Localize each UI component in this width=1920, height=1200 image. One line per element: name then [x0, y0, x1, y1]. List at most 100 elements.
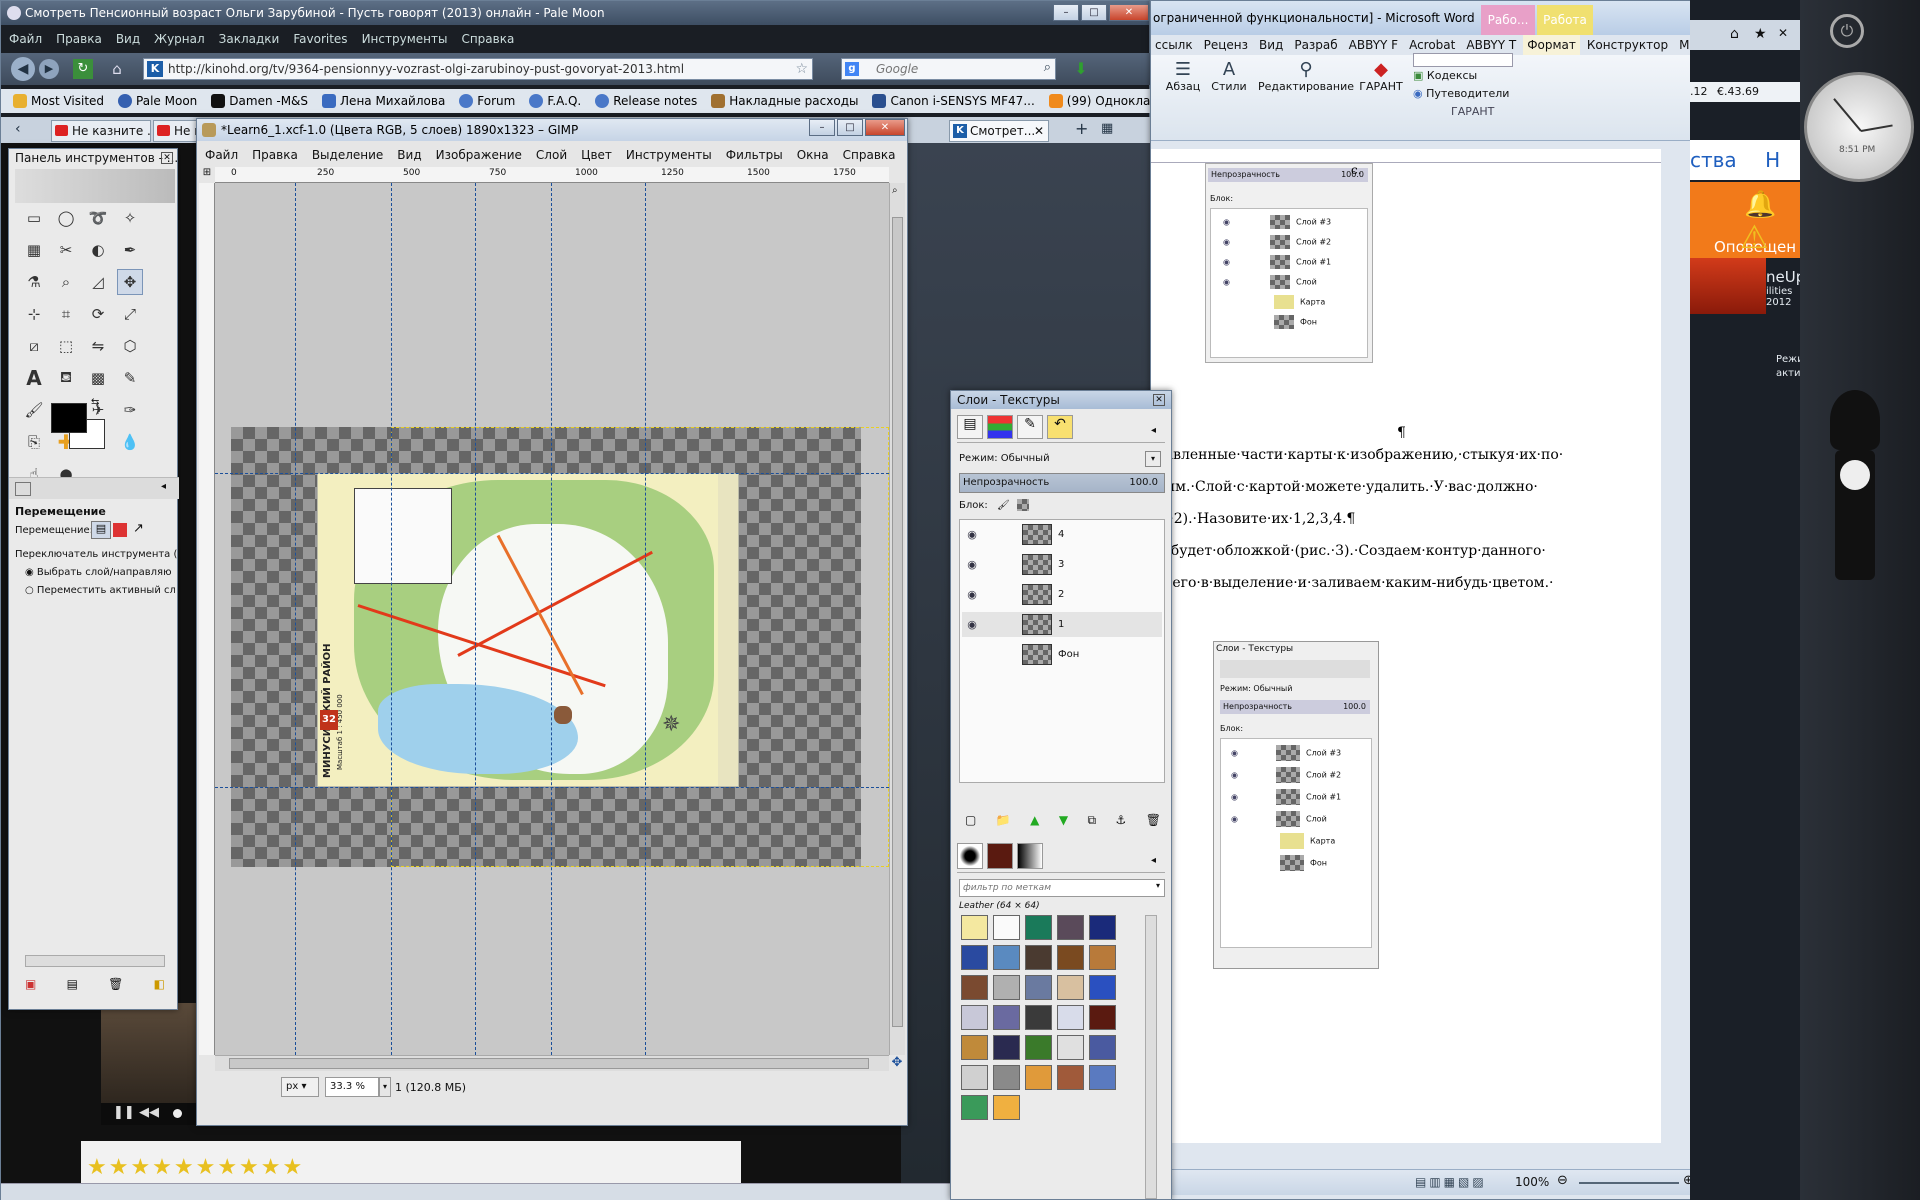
image-canvas-area[interactable]: МИНУСИНСКИЙ РАЙОН Масштаб 1 : 450 000 32…	[215, 183, 889, 1055]
ink-tool-icon[interactable]: ✑	[117, 397, 143, 423]
measure-tool-icon[interactable]: ◿	[85, 269, 111, 295]
new-layer-group-icon[interactable]: 📁	[996, 813, 1011, 828]
blur-tool-icon[interactable]: 💧	[117, 429, 143, 455]
pattern-swatch[interactable]	[993, 1005, 1020, 1030]
pattern-swatch[interactable]	[961, 1005, 988, 1030]
ribbon-search-box[interactable]	[1413, 53, 1513, 67]
zoom-dropdown-icon[interactable]: ▾	[379, 1077, 391, 1097]
tab-constructor[interactable]: Конструктор	[1583, 35, 1672, 55]
toolbox-hscroll[interactable]	[25, 955, 165, 967]
word-context-tab-2[interactable]: Работа ...	[1537, 5, 1593, 57]
duplicate-layer-icon[interactable]: ⧉	[1088, 813, 1097, 828]
new-layer-icon[interactable]: ▢	[965, 813, 976, 828]
free-select-tool-icon[interactable]: ➰	[85, 205, 111, 231]
pattern-swatch[interactable]	[961, 915, 988, 940]
move-tool-icon[interactable]: ✥	[117, 269, 143, 295]
navigate-icon[interactable]: ✥	[889, 1055, 905, 1071]
garant-codes[interactable]: ▣ Кодексы	[1413, 69, 1477, 82]
blend-tool-icon[interactable]: ▩	[85, 365, 111, 391]
tab-list-icon[interactable]: ▦	[1101, 121, 1113, 136]
reset-options-icon[interactable]: ◧	[154, 977, 165, 991]
bookmark-release-notes[interactable]: Release notes	[595, 94, 697, 108]
fuzzy-select-tool-icon[interactable]: ✧	[117, 205, 143, 231]
pattern-swatch[interactable]	[961, 975, 988, 1000]
pattern-swatch[interactable]	[1089, 1035, 1116, 1060]
layer-mode-value[interactable]: Обычный	[1001, 453, 1050, 464]
guide-horizontal[interactable]	[215, 787, 889, 788]
browser-maximize-button[interactable]: □	[1081, 4, 1107, 21]
browser-close-button[interactable]: ✕	[1109, 4, 1149, 21]
bookmark-damen[interactable]: Damen -M&S	[211, 94, 308, 108]
layer-row-1[interactable]: ◉ 1	[962, 612, 1162, 637]
swap-colors-icon[interactable]: ⇆	[91, 397, 99, 408]
pattern-swatch[interactable]	[1025, 1035, 1052, 1060]
word-zoom-level[interactable]: 100%	[1515, 1175, 1549, 1189]
gradients-tab-icon[interactable]	[1017, 843, 1043, 869]
browser-menu-edit[interactable]: Правка	[56, 29, 102, 49]
restore-options-icon[interactable]: ▤	[67, 977, 78, 991]
options-menu-icon[interactable]: ◂	[161, 481, 166, 492]
guide-vertical[interactable]	[475, 183, 476, 1055]
gimp-menu-tools[interactable]: Инструменты	[626, 145, 712, 165]
rewind-icon[interactable]: ◀◀	[139, 1105, 159, 1120]
layer-row-background[interactable]: Фон	[962, 642, 1162, 667]
pattern-swatch[interactable]	[1025, 975, 1052, 1000]
bucket-fill-tool-icon[interactable]: ⛾	[53, 365, 79, 391]
browser-menu-help[interactable]: Справка	[461, 29, 514, 49]
lock-pixels-icon[interactable]: 🖌	[997, 500, 1010, 511]
tab-format[interactable]: Формат	[1523, 35, 1580, 55]
unit-select[interactable]: px ▾	[281, 1077, 319, 1097]
move-active-radio[interactable]: ○ Переместить активный сл	[25, 585, 175, 596]
tab-close-icon[interactable]: ✕	[1034, 121, 1044, 141]
pattern-swatch[interactable]	[1057, 915, 1084, 940]
pattern-swatch[interactable]	[1057, 1035, 1084, 1060]
tab-acrobat[interactable]: Acrobat	[1405, 35, 1459, 55]
pattern-swatch[interactable]	[961, 1035, 988, 1060]
layer-row-4[interactable]: ◉ 4	[962, 522, 1162, 547]
hscroll-thumb[interactable]	[229, 1058, 869, 1069]
canvas-vscrollbar[interactable]: ⌕	[889, 183, 905, 1055]
browser-menu-file[interactable]: Файл	[9, 29, 42, 49]
guide-vertical[interactable]	[645, 183, 646, 1055]
paths-tab-icon[interactable]: ✎	[1017, 415, 1043, 439]
pattern-swatch[interactable]	[993, 975, 1020, 1000]
visibility-eye-icon[interactable]: ◉	[962, 588, 982, 601]
delete-options-icon[interactable]: 🗑	[108, 977, 123, 991]
reload-icon[interactable]: ↻	[73, 59, 93, 79]
tag-filter-input[interactable]	[963, 881, 1143, 895]
view-layout-icons[interactable]: ▤▥▦▧▨	[1415, 1175, 1487, 1189]
paragraph-group[interactable]: ☰ Абзац	[1163, 59, 1203, 93]
gimp-minimize-button[interactable]: –	[809, 119, 835, 136]
visibility-eye-icon[interactable]: ◉	[962, 558, 982, 571]
pattern-swatch[interactable]	[993, 1095, 1020, 1120]
gimp-menu-file[interactable]: Файл	[205, 145, 238, 165]
foreground-select-tool-icon[interactable]: ◐	[85, 237, 111, 263]
browser-minimize-button[interactable]: –	[1053, 4, 1079, 21]
flip-tool-icon[interactable]: ⇋	[85, 333, 111, 359]
foreground-color-swatch[interactable]	[51, 403, 87, 433]
align-tool-icon[interactable]: ⊹	[21, 301, 47, 327]
anchor-layer-icon[interactable]: ⚓	[1116, 813, 1127, 828]
tab-view[interactable]: Вид	[1255, 35, 1287, 55]
search-icon[interactable]: ⌕	[1044, 60, 1051, 75]
gimp-menu-windows[interactable]: Окна	[797, 145, 829, 165]
garant-button[interactable]: ◆ ГАРАНТ	[1359, 59, 1403, 93]
bookmark-lena[interactable]: Лена Михайлова	[322, 94, 445, 108]
browser-menu-bookmarks[interactable]: Закладки	[219, 29, 280, 49]
brushes-tab-icon[interactable]	[957, 843, 983, 869]
bookmark-star-icon[interactable]: ☆	[795, 59, 808, 79]
tab-developer[interactable]: Разраб	[1290, 35, 1341, 55]
pattern-swatch[interactable]	[1025, 1005, 1052, 1030]
pattern-swatch[interactable]	[993, 915, 1020, 940]
scale-tool-icon[interactable]: ⤢	[117, 301, 143, 327]
mode-dropdown-icon[interactable]: ▾	[1145, 451, 1161, 467]
tab-abbyy-t[interactable]: ABBYY T	[1462, 35, 1520, 55]
bookmark-overhead[interactable]: Накладные расходы	[711, 94, 858, 108]
layers-tab-icon[interactable]: ▤	[957, 415, 983, 439]
save-options-icon[interactable]: ▣	[25, 977, 36, 991]
move-layer-toggle[interactable]: ▤	[91, 521, 111, 539]
browser-menu-favorites[interactable]: Favorites	[293, 29, 347, 49]
patterns-dock-menu-icon[interactable]: ◂	[1151, 855, 1156, 866]
browser-menu-tools[interactable]: Инструменты	[362, 29, 448, 49]
editing-group[interactable]: ⚲ Редактирование	[1256, 59, 1356, 93]
